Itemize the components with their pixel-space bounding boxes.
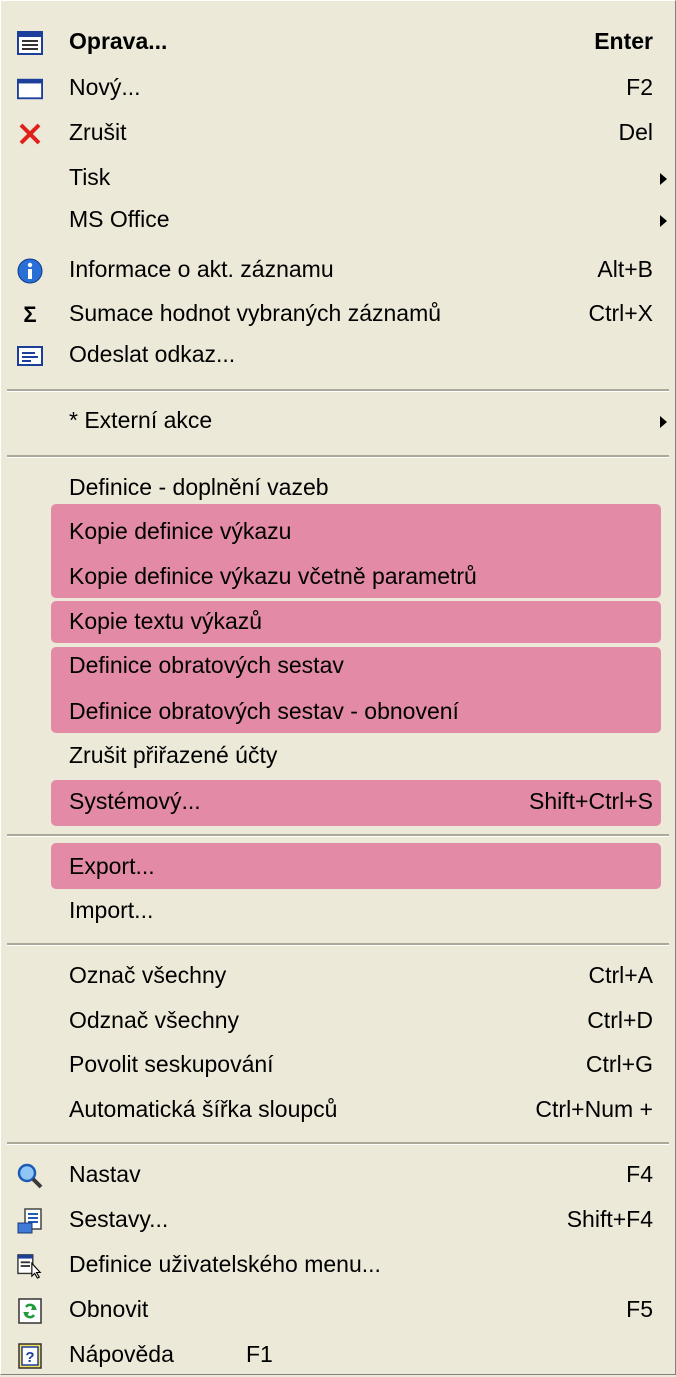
menu-item-label: Export... [69, 853, 155, 879]
menu-item-obnovit[interactable]: Obnovit F5 [1, 1288, 675, 1332]
menu-item-label: Odeslat odkaz... [69, 341, 236, 367]
menu-item-zrusit-ucty[interactable]: Zrušit přiřazené účty [1, 734, 675, 778]
menu-item-label: * Externí akce [69, 407, 213, 433]
menu-item-label: Odznač všechny [69, 1007, 240, 1033]
menu-item-shortcut: F1 [246, 1341, 273, 1367]
menu-item-automaticka-sirka[interactable]: Automatická šířka sloupců Ctrl+Num + [1, 1088, 675, 1132]
menu-item-systemovy[interactable]: Systémový... Shift+Ctrl+S [1, 780, 675, 824]
menu-item-napoveda[interactable]: ? Nápověda F1 [1, 1333, 675, 1377]
menu-item-oznac-vsechny[interactable]: Označ všechny Ctrl+A [1, 954, 675, 998]
report-icon [17, 1208, 43, 1234]
menu-item-label: Tisk [69, 164, 111, 190]
menu-item-definice-obratovych[interactable]: Definice obratových sestav [1, 644, 675, 688]
menu-item-label: Zrušit přiřazené účty [69, 742, 278, 768]
menu-item-shortcut: Ctrl+D [587, 1007, 653, 1033]
menu-item-label: Automatická šířka sloupců [69, 1096, 338, 1122]
menu-item-label: Import... [69, 897, 154, 923]
context-menu: Oprava... Enter Nový... F2 Zrušit Del Ti… [0, 0, 676, 1375]
menu-item-definice-vazeb[interactable]: Definice - doplnění vazeb [1, 466, 675, 510]
help-icon: ? [17, 1343, 43, 1369]
menu-item-import[interactable]: Import... [1, 889, 675, 933]
menu-item-label: Definice - doplnění vazeb [69, 474, 329, 500]
menu-separator [7, 943, 669, 946]
menu-item-label: Definice obratových sestav - obnovení [69, 698, 459, 724]
menu-item-definice-menu[interactable]: Definice uživatelského menu... [1, 1243, 675, 1287]
menu-item-shortcut: Shift+F4 [566, 1206, 653, 1232]
menu-item-shortcut: Ctrl+G [585, 1051, 653, 1077]
menu-item-kopie-definice[interactable]: Kopie definice výkazu [1, 510, 675, 554]
menu-item-shortcut: Ctrl+Num + [535, 1096, 653, 1122]
menu-item-shortcut: Enter [594, 28, 653, 54]
menu-item-shortcut: Alt+B [597, 256, 653, 282]
delete-x-icon [17, 121, 43, 147]
menu-item-sestavy[interactable]: Sestavy... Shift+F4 [1, 1198, 675, 1242]
menu-item-label: Sestavy... [69, 1206, 169, 1232]
menu-item-oprava[interactable]: Oprava... Enter [1, 20, 675, 64]
menu-item-label: Nastav [69, 1161, 141, 1187]
menu-item-odznac-vsechny[interactable]: Odznač všechny Ctrl+D [1, 999, 675, 1043]
menu-item-export[interactable]: Export... [1, 845, 675, 889]
menu-item-ms-office[interactable]: MS Office [1, 198, 675, 242]
menu-item-shortcut: F2 [626, 74, 653, 100]
svg-text:?: ? [25, 1349, 34, 1366]
menu-item-shortcut: Ctrl+A [588, 962, 653, 988]
new-window-icon [17, 76, 43, 102]
menu-item-label: Zrušit [69, 119, 127, 145]
magnifier-icon [17, 1163, 43, 1189]
menu-item-label: Povolit seskupování [69, 1051, 274, 1077]
menu-item-label: Kopie textu výkazů [69, 608, 263, 634]
menu-item-label: Nápověda [69, 1341, 174, 1367]
menu-item-label: Nový... [69, 74, 141, 100]
menu-item-label: Informace o akt. záznamu [69, 256, 334, 282]
menu-item-label: Obnovit [69, 1296, 149, 1322]
menu-separator [7, 834, 669, 837]
menu-item-definice-obratovych-obnoveni[interactable]: Definice obratových sestav - obnovení [1, 690, 675, 734]
menu-item-label: Systémový... [69, 788, 201, 814]
menu-item-label: Definice obratových sestav [69, 652, 344, 678]
menu-item-shortcut: Ctrl+X [588, 300, 653, 326]
sigma-icon: Σ [23, 302, 37, 327]
menu-item-label: Oprava... [69, 28, 168, 54]
menu-item-shortcut: F4 [626, 1161, 653, 1187]
refresh-icon [17, 1298, 43, 1324]
menu-item-shortcut: F5 [626, 1296, 653, 1322]
submenu-arrow-icon [660, 215, 667, 227]
menu-item-informace[interactable]: Informace o akt. záznamu Alt+B [1, 248, 675, 292]
menu-item-kopie-textu[interactable]: Kopie textu výkazů [1, 600, 675, 644]
menu-separator [7, 455, 669, 458]
menu-item-nastav[interactable]: Nastav F4 [1, 1153, 675, 1197]
info-icon [17, 258, 43, 284]
menu-item-label: Označ všechny [69, 962, 227, 988]
menu-item-odeslat-odkaz[interactable]: Odeslat odkaz... [1, 333, 675, 377]
menu-separator [7, 1142, 669, 1145]
submenu-arrow-icon [660, 173, 667, 185]
menu-item-label: MS Office [69, 206, 170, 232]
menu-item-shortcut: Del [618, 119, 653, 145]
menu-separator [7, 389, 669, 392]
menu-item-tisk[interactable]: Tisk [1, 156, 675, 200]
menu-definition-icon [17, 1253, 43, 1279]
menu-item-sumace[interactable]: Σ Sumace hodnot vybraných záznamů Ctrl+X [1, 292, 675, 336]
send-link-icon [17, 343, 43, 369]
menu-item-label: Definice uživatelského menu... [69, 1251, 381, 1277]
submenu-arrow-icon [660, 416, 667, 428]
menu-item-label: Kopie definice výkazu včetně parametrů [69, 563, 477, 589]
edit-form-icon [17, 30, 43, 56]
menu-item-label: Sumace hodnot vybraných záznamů [69, 300, 442, 326]
menu-item-shortcut: Shift+Ctrl+S [529, 788, 653, 814]
menu-item-kopie-definice-parametry[interactable]: Kopie definice výkazu včetně parametrů [1, 555, 675, 599]
menu-item-zrusit[interactable]: Zrušit Del [1, 111, 675, 155]
menu-item-novy[interactable]: Nový... F2 [1, 66, 675, 110]
menu-item-label: Kopie definice výkazu [69, 518, 292, 544]
menu-item-externi-akce[interactable]: * Externí akce [1, 399, 675, 443]
menu-item-povolit-seskupovani[interactable]: Povolit seskupování Ctrl+G [1, 1043, 675, 1087]
